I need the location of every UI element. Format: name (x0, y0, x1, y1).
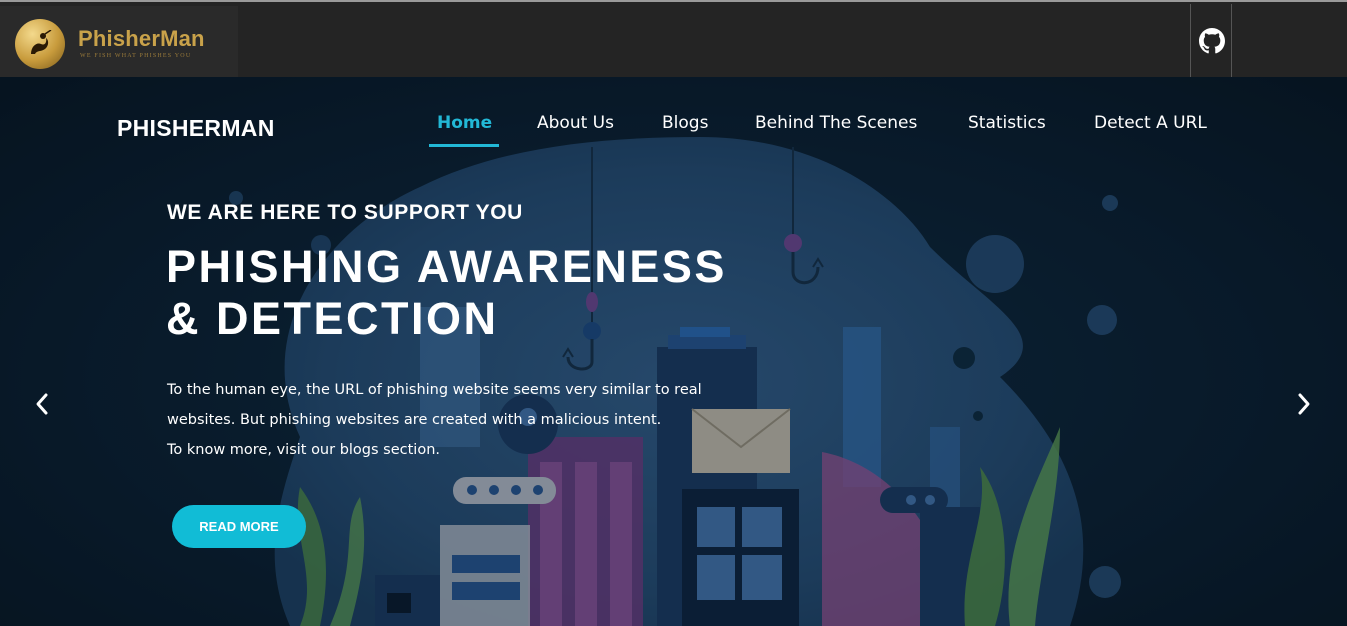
hero-description-line: websites. But phishing websites are crea… (167, 412, 662, 428)
nav-blogs[interactable]: Blogs (662, 113, 708, 133)
nav-behind-the-scenes[interactable]: Behind The Scenes (755, 113, 917, 133)
fisherman-logo-icon (15, 19, 65, 69)
hero-carousel: PHISHERMAN Home About Us Blogs Behind Th… (0, 77, 1347, 626)
hero-heading-line1: PHISHING AWARENESS (166, 241, 727, 292)
site-brand[interactable]: PHISHERMAN (117, 115, 275, 142)
nav-statistics[interactable]: Statistics (968, 113, 1046, 133)
hero-subheading: WE ARE HERE TO SUPPORT YOU (167, 201, 523, 224)
active-nav-indicator (429, 144, 499, 147)
github-icon (1199, 28, 1225, 54)
hero-description-line: To the human eye, the URL of phishing we… (167, 382, 702, 398)
hero-description-line: To know more, visit our blogs section. (167, 442, 441, 458)
hero-description: To the human eye, the URL of phishing we… (167, 375, 702, 465)
nav-home[interactable]: Home (437, 113, 492, 133)
top-bar: PhisherMan WE FISH WHAT PHISHES YOU (0, 0, 1347, 78)
logo[interactable]: PhisherMan WE FISH WHAT PHISHES YOU (0, 6, 238, 78)
chevron-right-icon (1298, 393, 1310, 415)
carousel-next-button[interactable] (1292, 390, 1316, 418)
nav-about-us[interactable]: About Us (537, 113, 614, 133)
carousel-prev-button[interactable] (30, 390, 54, 418)
nav-detect-a-url[interactable]: Detect A URL (1094, 113, 1207, 133)
hero-heading-line2: & DETECTION (166, 293, 499, 344)
github-link[interactable] (1190, 4, 1232, 78)
read-more-button[interactable]: READ MORE (172, 505, 306, 548)
chevron-left-icon (36, 393, 48, 415)
logo-title: PhisherMan (78, 26, 205, 51)
hero-heading: PHISHING AWARENESS & DETECTION (166, 241, 727, 345)
logo-tagline: WE FISH WHAT PHISHES YOU (80, 53, 192, 59)
